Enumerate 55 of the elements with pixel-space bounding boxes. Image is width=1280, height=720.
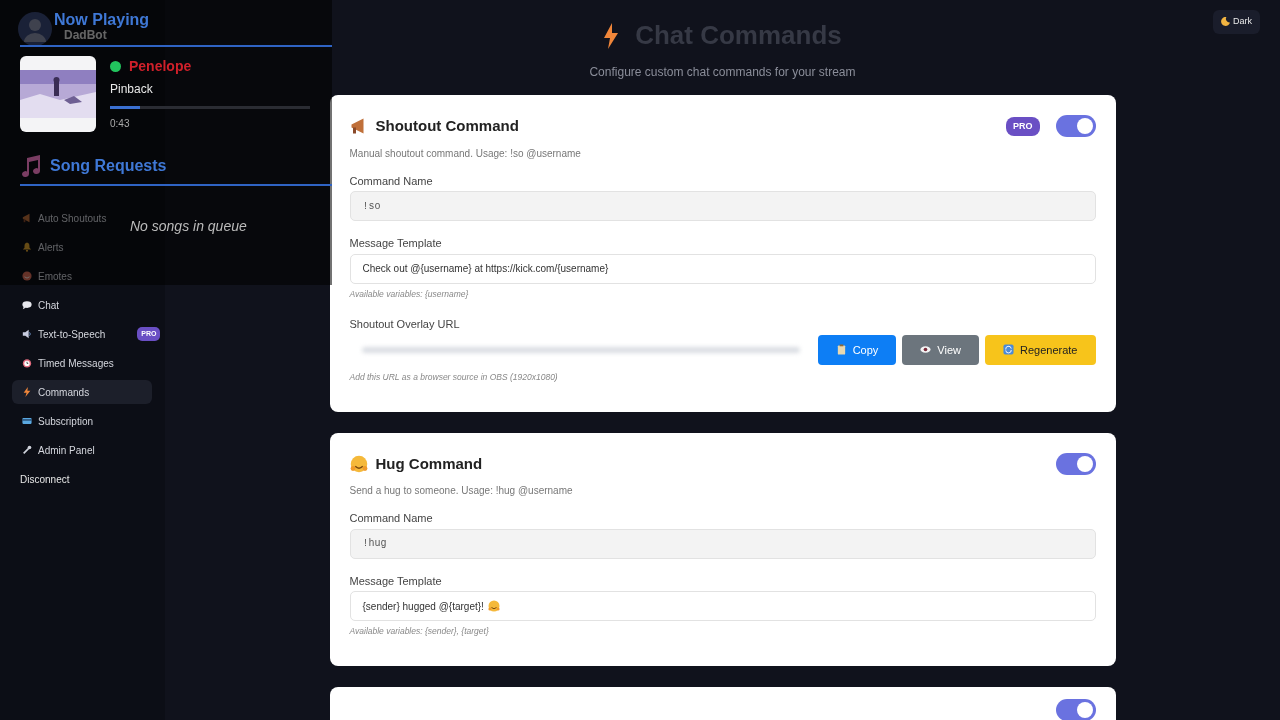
song-requests-title: Song Requests — [50, 156, 167, 176]
field-label: Shoutout Overlay URL — [349, 317, 461, 333]
toggle-switch[interactable] — [1055, 452, 1096, 475]
hugging-face-icon — [349, 454, 368, 473]
input-field[interactable]: !hug — [349, 528, 1096, 559]
copy-button[interactable]: Copy — [817, 334, 897, 365]
field-label: Command Name — [349, 511, 434, 526]
field-label: Message Template — [349, 573, 443, 589]
lightning-icon — [22, 387, 32, 397]
hint-text: Add this URL as a browser source in OBS (1920x1080) — [349, 370, 559, 384]
sidebar-item[interactable]: Chat — [12, 293, 68, 317]
clipboard-icon — [835, 344, 847, 356]
hint-text: Available variables: {username} — [349, 287, 470, 301]
theme-button[interactable]: Dark — [1213, 10, 1260, 34]
wrench-icon — [22, 445, 32, 455]
bell-icon — [22, 242, 32, 252]
track-title: Penelope — [129, 57, 192, 76]
command-title: Hug Command — [375, 453, 483, 474]
speech-bubble-icon — [22, 300, 32, 310]
lightning-icon — [603, 22, 620, 49]
now-playing-title: Now Playing — [54, 10, 150, 30]
toggle-switch[interactable] — [1055, 115, 1096, 138]
avatar — [18, 12, 52, 46]
view-button[interactable]: View — [902, 334, 979, 365]
empty-queue-text: No songs in queue — [130, 217, 247, 236]
pro-badge: PRO — [1006, 116, 1040, 136]
speaker-icon — [22, 329, 32, 339]
sidebar-item[interactable]: Admin Panel — [12, 438, 103, 462]
command-description: Send a hug to someone. Usage: !hug @username — [349, 484, 574, 498]
toggle-switch[interactable] — [1055, 698, 1096, 720]
sidebar-item[interactable]: Timed Messages — [12, 351, 122, 375]
artist-name: Pinback — [110, 81, 154, 98]
field-label: Command Name — [349, 173, 434, 189]
command-description: Manual shoutout command. Usage: !so @username — [349, 146, 582, 161]
input-field[interactable]: Check out @{username} at https://kick.com/{username} — [349, 253, 1096, 284]
elapsed-time: 0:43 — [110, 117, 131, 131]
music-note-icon — [20, 154, 42, 178]
input-field[interactable]: {sender} hugged @{target}! — [349, 591, 1096, 621]
smiley-icon — [22, 271, 32, 281]
moon-icon — [1221, 17, 1230, 27]
brand-name: DadBot — [64, 29, 107, 42]
command-title: Shoutout Command — [375, 116, 519, 136]
input-field[interactable]: !so — [349, 191, 1096, 221]
page-subtitle: Configure custom chat commands for your stream — [589, 64, 856, 81]
megaphone-icon — [22, 213, 32, 223]
sidebar-item[interactable]: Subscription — [12, 409, 102, 433]
sidebar-item[interactable]: Commands — [12, 380, 152, 404]
eye-icon — [920, 344, 932, 356]
regenerate-button[interactable]: Regenerate — [985, 334, 1096, 365]
field-label: Message Template — [349, 236, 443, 251]
alarm-clock-icon — [22, 358, 32, 368]
disconnect-button[interactable]: Disconnect — [20, 472, 70, 487]
hint-text: Available variables: {sender}, {target} — [349, 625, 490, 638]
refresh-icon — [1003, 344, 1014, 356]
credit-card-icon — [22, 416, 32, 426]
